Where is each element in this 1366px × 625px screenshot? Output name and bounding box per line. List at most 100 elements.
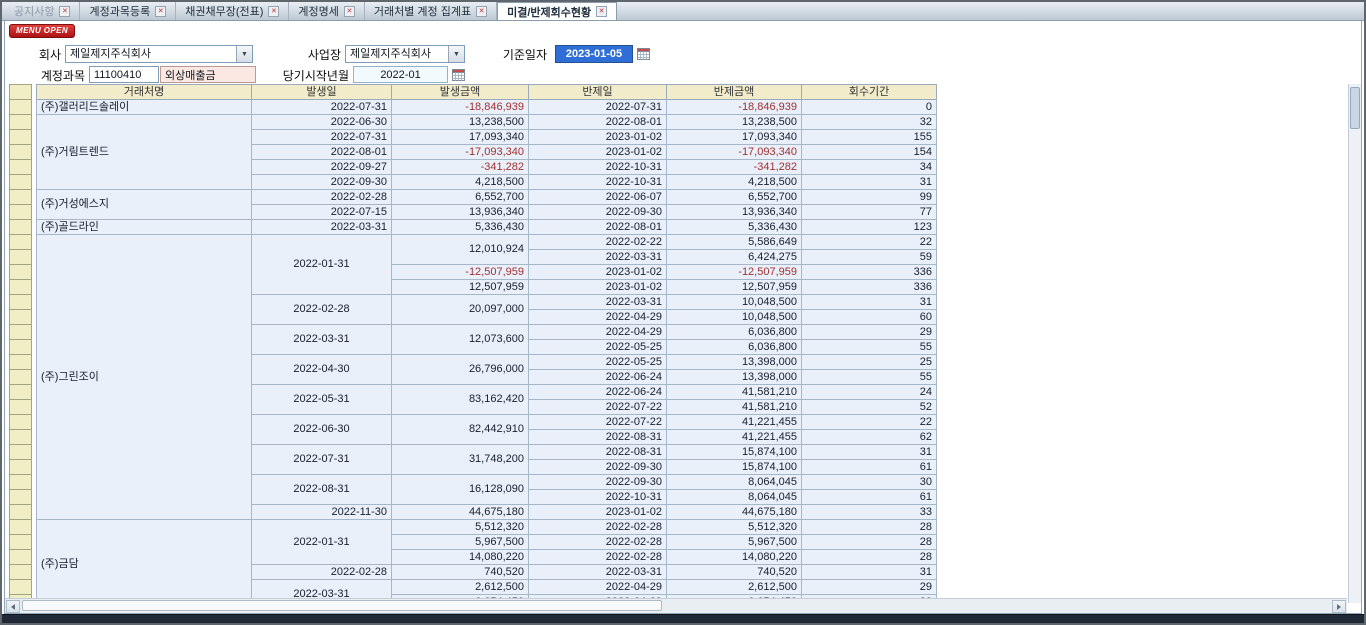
cell-sdate[interactable]: 2023-01-02 [529,265,667,280]
cell-sdate[interactable]: 2022-02-22 [529,235,667,250]
row-selector[interactable] [10,520,32,535]
row-selector[interactable] [10,445,32,460]
cell-oamt[interactable]: 14,080,220 [392,550,529,565]
row-selector[interactable] [10,355,32,370]
cell-sdate[interactable]: 2022-07-22 [529,415,667,430]
row-selector[interactable] [10,295,32,310]
cell-samt[interactable]: 10,048,500 [667,310,802,325]
cell-oamt[interactable]: 4,218,500 [392,175,529,190]
cell-oamt[interactable]: 5,512,320 [392,520,529,535]
row-selector[interactable] [10,265,32,280]
cell-sdate[interactable]: 2022-04-29 [529,580,667,595]
cell-per[interactable]: 30 [802,475,937,490]
cell-oamt[interactable]: -12,507,959 [392,265,529,280]
cell-cust[interactable]: (주)금담 [37,520,252,604]
cell-odate[interactable]: 2022-04-30 [252,355,392,385]
cell-sdate[interactable]: 2022-06-24 [529,385,667,400]
cell-sdate[interactable]: 2022-05-25 [529,340,667,355]
cell-samt[interactable]: 17,093,340 [667,130,802,145]
cell-oamt[interactable]: 13,238,500 [392,115,529,130]
cell-per[interactable]: 61 [802,490,937,505]
cell-samt[interactable]: 15,874,100 [667,460,802,475]
cell-odate[interactable]: 2022-07-31 [252,100,392,115]
cell-oamt[interactable]: 740,520 [392,565,529,580]
cell-per[interactable]: 29 [802,580,937,595]
cell-per[interactable]: 31 [802,295,937,310]
cell-per[interactable]: 29 [802,325,937,340]
cell-samt[interactable]: 2,612,500 [667,580,802,595]
cell-per[interactable]: 123 [802,220,937,235]
cell-per[interactable]: 99 [802,190,937,205]
cell-samt[interactable]: 740,520 [667,565,802,580]
cell-cust[interactable]: (주)거림트렌드 [37,115,252,190]
row-selector[interactable] [10,130,32,145]
cell-odate[interactable]: 2022-03-31 [252,220,392,235]
cell-samt[interactable]: 6,036,800 [667,325,802,340]
cell-odate[interactable]: 2022-03-31 [252,325,392,355]
cell-sdate[interactable]: 2022-09-30 [529,475,667,490]
cell-samt[interactable]: 10,048,500 [667,295,802,310]
cell-odate[interactable]: 2022-07-31 [252,130,392,145]
cell-samt[interactable]: -341,282 [667,160,802,175]
row-selector[interactable] [10,220,32,235]
row-selector[interactable] [10,400,32,415]
cell-per[interactable]: 52 [802,400,937,415]
cell-odate[interactable]: 2022-02-28 [252,295,392,325]
cell-sdate[interactable]: 2022-04-29 [529,325,667,340]
cell-odate[interactable]: 2022-08-01 [252,145,392,160]
cell-samt[interactable]: 15,874,100 [667,445,802,460]
cell-oamt[interactable]: 5,967,500 [392,535,529,550]
cell-samt[interactable]: 6,552,700 [667,190,802,205]
cell-odate[interactable]: 2022-01-31 [252,520,392,565]
cell-per[interactable]: 31 [802,175,937,190]
row-selector[interactable] [10,205,32,220]
cell-odate[interactable]: 2022-07-31 [252,445,392,475]
cell-per[interactable]: 34 [802,160,937,175]
cell-sdate[interactable]: 2022-08-01 [529,115,667,130]
cell-sdate[interactable]: 2022-08-01 [529,220,667,235]
cell-samt[interactable]: 14,080,220 [667,550,802,565]
cell-samt[interactable]: 13,398,000 [667,370,802,385]
tab-close-icon[interactable]: ✕ [344,6,355,17]
cell-oamt[interactable]: 44,675,180 [392,505,529,520]
cell-oamt[interactable]: 5,336,430 [392,220,529,235]
row-selector[interactable] [10,385,32,400]
cell-sdate[interactable]: 2022-06-07 [529,190,667,205]
cell-per[interactable]: 28 [802,550,937,565]
row-selector[interactable] [10,430,32,445]
chevron-down-icon[interactable]: ▼ [236,46,252,62]
cell-samt[interactable]: 5,586,649 [667,235,802,250]
cell-sdate[interactable]: 2023-01-02 [529,145,667,160]
scroll-right-arrow[interactable] [1332,600,1346,613]
cell-per[interactable]: 55 [802,340,937,355]
cell-per[interactable]: 22 [802,235,937,250]
cell-cust[interactable]: (주)골드라인 [37,220,252,235]
cell-odate[interactable]: 2022-09-30 [252,175,392,190]
cell-sdate[interactable]: 2022-09-30 [529,205,667,220]
cell-per[interactable]: 22 [802,415,937,430]
cell-odate[interactable]: 2022-11-30 [252,505,392,520]
cell-samt[interactable]: 4,218,500 [667,175,802,190]
cell-samt[interactable]: 8,064,045 [667,490,802,505]
cell-sdate[interactable]: 2022-07-31 [529,100,667,115]
cell-oamt[interactable]: 82,442,910 [392,415,529,445]
tab-미결/반제회수현황[interactable]: 미결/반제회수현황✕ [497,2,617,20]
tab-계정명세[interactable]: 계정명세✕ [289,2,364,20]
cell-sdate[interactable]: 2022-09-30 [529,460,667,475]
base-date-input[interactable] [555,45,633,63]
row-selector[interactable] [10,580,32,595]
cell-per[interactable]: 24 [802,385,937,400]
cell-per[interactable]: 77 [802,205,937,220]
cell-oamt[interactable]: 16,128,090 [392,475,529,505]
cell-sdate[interactable]: 2022-03-31 [529,250,667,265]
cell-per[interactable]: 59 [802,250,937,265]
cell-samt[interactable]: 13,398,000 [667,355,802,370]
cell-samt[interactable]: 5,512,320 [667,520,802,535]
chevron-down-icon[interactable]: ▼ [448,46,464,62]
company-select[interactable]: 제일제지주식회사 ▼ [65,45,253,63]
cell-samt[interactable]: 5,336,430 [667,220,802,235]
cell-sdate[interactable]: 2022-02-28 [529,535,667,550]
cell-sdate[interactable]: 2022-05-25 [529,355,667,370]
cell-per[interactable]: 55 [802,370,937,385]
cell-odate[interactable]: 2022-06-30 [252,115,392,130]
